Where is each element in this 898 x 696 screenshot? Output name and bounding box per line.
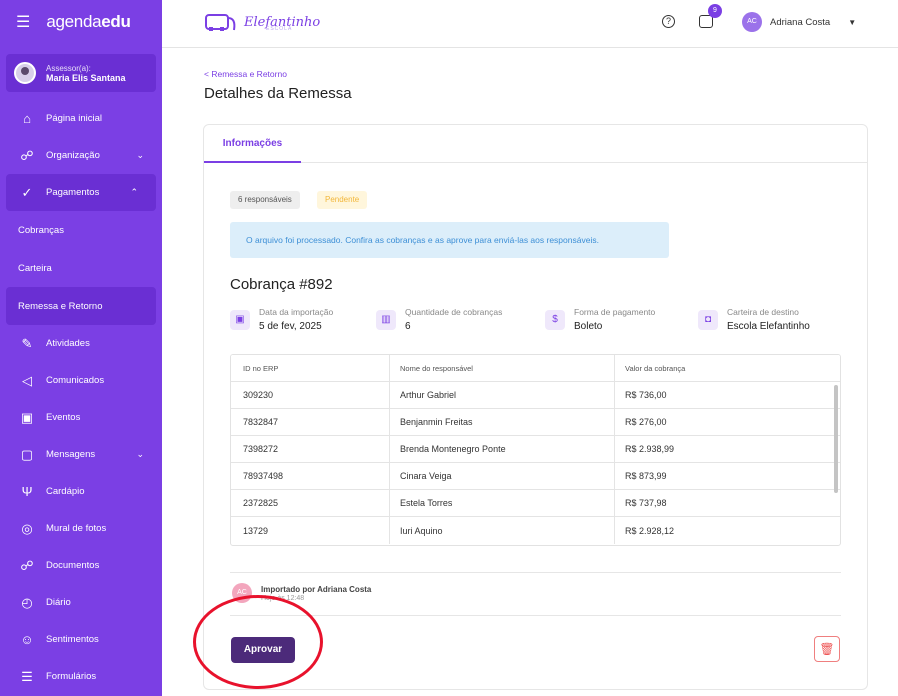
wallet-icon: ◘ bbox=[698, 310, 718, 330]
elephant-logo-icon bbox=[205, 14, 236, 31]
sidebar-item-diario[interactable]: ◴ Diário bbox=[0, 584, 162, 621]
table-row: 13729 Iuri Aquino R$ 2.928,12 bbox=[231, 517, 840, 544]
sidebar-item-mensagens[interactable]: ▢ Mensagens ⌄ bbox=[0, 436, 162, 473]
sidebar-item-sentimentos[interactable]: ☺ Sentimentos bbox=[0, 621, 162, 658]
notification-badge: 9 bbox=[708, 4, 722, 18]
calendar-icon: ▣ bbox=[230, 310, 250, 330]
advisor-label: Assessor(a): bbox=[46, 63, 91, 73]
brand-bar: ☰ agendaedu bbox=[0, 0, 162, 44]
sidebar-item-cardapio[interactable]: Ψ Cardápio bbox=[0, 473, 162, 510]
sidebar-item-documentos[interactable]: ☍ Documentos bbox=[0, 547, 162, 584]
highlight-circle bbox=[193, 595, 323, 689]
pen-icon: ✓ bbox=[21, 184, 33, 200]
charges-table: ID no ERP Nome do responsável Valor da c… bbox=[230, 354, 841, 546]
info-alert: O arquivo foi processado. Confira as cob… bbox=[230, 222, 669, 258]
import-text: Importado por Adriana Costa bbox=[261, 584, 372, 594]
chevron-up-icon: ⌃ bbox=[130, 187, 138, 197]
sidebar: ☰ agendaedu Assessor(a): Maria Elis Sant… bbox=[0, 0, 162, 696]
sidebar-item-formularios[interactable]: ☰ Formulários bbox=[0, 658, 162, 695]
doc-icon: ☍ bbox=[20, 557, 34, 573]
charge-title: Cobrança #892 bbox=[230, 276, 333, 293]
brand-logo: agendaedu bbox=[46, 12, 131, 31]
help-icon[interactable]: ? bbox=[662, 15, 675, 28]
list-icon: ☰ bbox=[21, 668, 33, 684]
meta-charge-count: ▥ Quantidade de cobranças 6 bbox=[376, 307, 502, 332]
calendar-icon: ▣ bbox=[20, 409, 34, 425]
user-name: Adriana Costa bbox=[770, 16, 831, 28]
caret-down-icon: ▼ bbox=[848, 17, 857, 27]
sidebar-item-pagamentos[interactable]: ✓ Pagamentos ⌃ bbox=[6, 174, 156, 211]
sidebar-item-mural-fotos[interactable]: ◎ Mural de fotos bbox=[0, 510, 162, 547]
sidebar-item-atividades[interactable]: ✎ Atividades bbox=[0, 325, 162, 362]
clock-icon: ◴ bbox=[21, 594, 33, 610]
tab-informacoes[interactable]: Informações bbox=[204, 125, 301, 163]
message-icon: ▢ bbox=[20, 446, 34, 462]
sidebar-item-cobrancas[interactable]: Cobranças bbox=[0, 211, 162, 249]
dollar-icon: $ bbox=[545, 310, 565, 330]
page-title: Detalhes da Remessa bbox=[204, 85, 352, 102]
responsaveis-badge: 6 responsáveis bbox=[230, 191, 300, 209]
barcode-icon: ▥ bbox=[376, 310, 396, 330]
status-badge: Pendente bbox=[317, 191, 368, 209]
camera-icon: ◎ bbox=[21, 520, 33, 536]
chevron-down-icon: ⌄ bbox=[136, 150, 144, 160]
org-icon: ☍ bbox=[20, 147, 34, 163]
divider bbox=[230, 615, 841, 616]
tab-bar: Informações bbox=[204, 125, 867, 163]
back-link[interactable]: < Remessa e Retorno bbox=[204, 69, 287, 79]
table-row: 2372825 Estela Torres R$ 737,98 bbox=[231, 490, 840, 517]
cutlery-icon: Ψ bbox=[21, 484, 33, 499]
table-row: 78937498 Cinara Veiga R$ 873,99 bbox=[231, 463, 840, 490]
megaphone-icon: ◁ bbox=[22, 372, 32, 388]
meta-destination-wallet: ◘ Carteira de destino Escola Elefantinho bbox=[698, 307, 810, 332]
meta-import-date: ▣ Data da importação 5 de fev, 2025 bbox=[230, 307, 333, 332]
table-row: 7398272 Brenda Montenegro Ponte R$ 2.938,9… bbox=[231, 436, 840, 463]
school-logo[interactable]: Elefantinho ESCOLA bbox=[204, 12, 320, 32]
user-avatar: AC bbox=[742, 12, 762, 32]
details-card: Informações 6 responsáveis Pendente O ar… bbox=[203, 124, 868, 690]
sidebar-item-pagina-inicial[interactable]: ⌂ Página inicial bbox=[0, 100, 162, 137]
home-icon: ⌂ bbox=[23, 111, 31, 126]
people-icon: ☺ bbox=[20, 632, 34, 647]
table-row: 7832847 Benjanmin Freitas R$ 276,00 bbox=[231, 409, 840, 436]
chevron-down-icon: ⌄ bbox=[136, 449, 144, 459]
school-logo-sub: ESCOLA bbox=[266, 26, 293, 32]
advisor-name: Maria Elis Santana bbox=[46, 72, 126, 83]
divider bbox=[230, 572, 841, 573]
sidebar-item-organizacao[interactable]: ☍ Organização ⌄ bbox=[0, 137, 162, 174]
meta-payment-method: $ Forma de pagamento Boleto bbox=[545, 307, 655, 332]
advisor-avatar bbox=[14, 62, 36, 84]
user-menu[interactable]: AC Adriana Costa ▼ bbox=[742, 12, 856, 32]
pencil-icon: ✎ bbox=[21, 335, 33, 351]
table-row: 309230 Arthur Gabriel R$ 736,00 bbox=[231, 382, 840, 409]
table-header: ID no ERP Nome do responsável Valor da c… bbox=[231, 355, 840, 382]
sidebar-nav: ⌂ Página inicial ☍ Organização ⌄ ✓ Pagamento… bbox=[0, 100, 162, 695]
sidebar-item-carteira[interactable]: Carteira bbox=[0, 249, 162, 287]
top-header: Elefantinho ESCOLA ? 9 AC Adriana Costa … bbox=[162, 0, 898, 48]
table-scrollbar[interactable] bbox=[834, 385, 838, 493]
sidebar-item-remessa-retorno[interactable]: Remessa e Retorno bbox=[6, 287, 156, 325]
sidebar-item-eventos[interactable]: ▣ Eventos bbox=[0, 399, 162, 436]
trash-icon[interactable]: 🗑 bbox=[814, 636, 840, 662]
advisor-card[interactable]: Assessor(a): Maria Elis Santana bbox=[6, 54, 156, 92]
menu-icon[interactable]: ☰ bbox=[16, 12, 30, 32]
sidebar-item-comunicados[interactable]: ◁ Comunicados bbox=[0, 362, 162, 399]
